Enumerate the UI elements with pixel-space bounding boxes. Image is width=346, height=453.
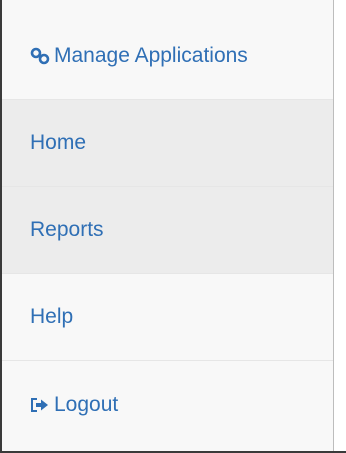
- window-frame-left: [0, 0, 2, 453]
- nav-item-label: Home: [30, 131, 87, 154]
- nav-item-label: Manage Applications: [54, 44, 248, 67]
- nav-item-help[interactable]: Help: [2, 274, 333, 361]
- link-icon: [30, 47, 50, 65]
- nav-item-logout[interactable]: Logout: [2, 361, 333, 448]
- logout-icon: [30, 397, 50, 413]
- nav-item-label: Reports: [30, 218, 104, 241]
- nav-item-manage-applications[interactable]: Manage Applications: [2, 13, 333, 100]
- nav-item-reports[interactable]: Reports: [2, 187, 333, 274]
- side-navigation-panel: Manage Applications Home Reports Help Lo…: [0, 0, 334, 453]
- nav-item-label: Help: [30, 305, 74, 328]
- nav-item-label: Logout: [54, 392, 119, 416]
- nav-menu: Manage Applications Home Reports Help Lo…: [2, 13, 333, 448]
- nav-item-home[interactable]: Home: [2, 100, 333, 187]
